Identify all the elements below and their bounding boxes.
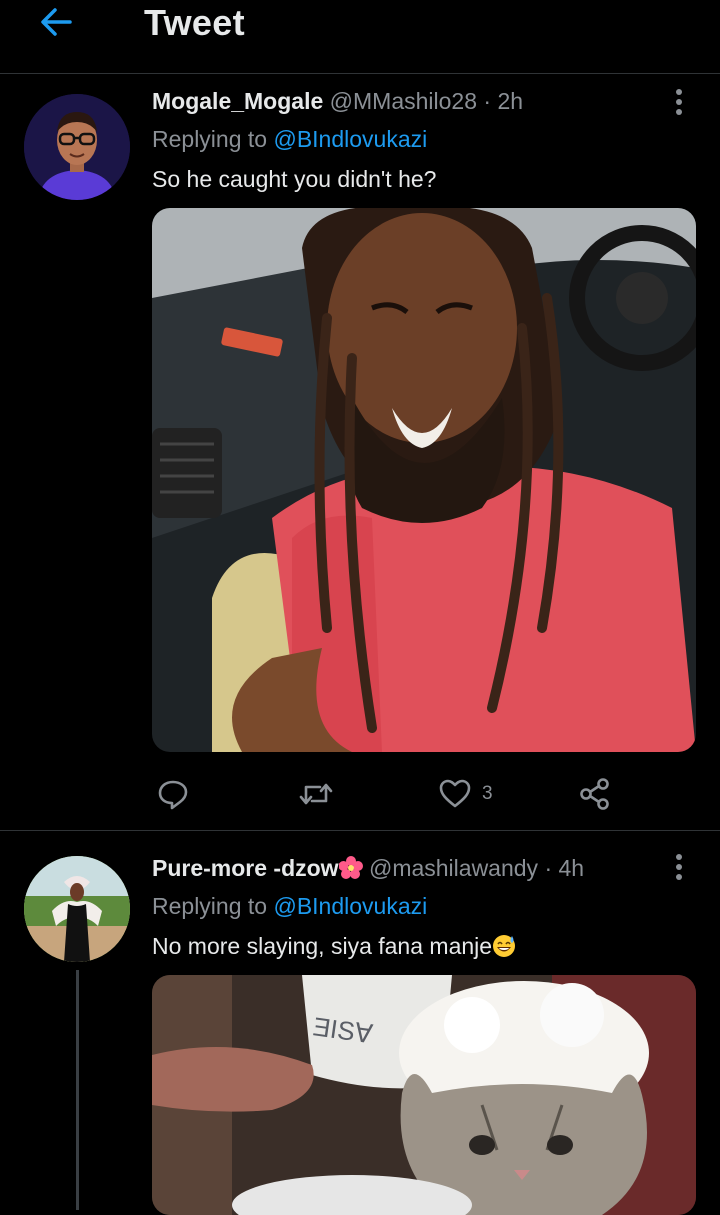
mention-link[interactable]: @BIndlovukazi [273,126,427,152]
grinning-sweat-face-icon [493,935,516,957]
like-count: 3 [482,783,493,804]
replying-to: Replying to @BIndlovukazi [152,126,427,153]
reply-button[interactable] [156,774,200,814]
display-name[interactable]: Mogale_Mogale [152,88,323,114]
tweet-photo[interactable]: ƎIS∀ [152,975,696,1215]
tweet-header: Pure-more -dzow @mashilawandy · 4h [152,855,584,882]
retweet-button[interactable] [298,774,344,814]
separator-dot: · [544,855,553,881]
thread-connector-line [76,970,79,1210]
tweet-text: So he caught you didn't he? [152,166,437,192]
display-name[interactable]: Pure-more -dzow [152,855,339,881]
like-button[interactable]: 3 [438,774,493,814]
replying-prefix: Replying to [152,126,274,152]
tweet-text-container: No more slaying, siya fana manje [152,933,516,960]
arrow-left-icon[interactable] [36,2,76,42]
tweet-text: No more slaying, siya fana manje [152,933,493,959]
avatar[interactable] [24,856,130,962]
hibiscus-flower-icon [338,856,363,879]
avatar[interactable] [24,94,130,200]
heart-icon [439,779,471,808]
page-title: Tweet [144,2,245,43]
top-bar: Tweet [0,0,720,74]
replying-to: Replying to @BIndlovukazi [152,893,427,920]
replying-prefix: Replying to [152,893,274,919]
user-handle[interactable]: @mashilawandy [369,855,538,881]
timestamp[interactable]: 2h [497,88,523,114]
tweet[interactable]: Mogale_Mogale @MMashilo28 · 2h Replying … [0,75,720,831]
share-button[interactable] [578,774,612,814]
user-handle[interactable]: @MMashilo28 [330,88,477,114]
tweet-actions: 3 [152,774,696,814]
share-icon [580,778,609,810]
timestamp[interactable]: 4h [559,855,585,881]
tweet[interactable]: Pure-more -dzow @mashilawandy · 4h Reply… [0,832,720,1215]
reply-icon [158,780,188,810]
mention-link[interactable]: @BIndlovukazi [273,893,427,919]
more-options-icon[interactable] [672,854,686,884]
tweet-header: Mogale_Mogale @MMashilo28 · 2h [152,88,523,115]
separator-dot: · [483,88,492,114]
retweet-icon [299,783,333,805]
more-options-icon[interactable] [672,89,686,119]
tweet-photo[interactable] [152,208,696,752]
